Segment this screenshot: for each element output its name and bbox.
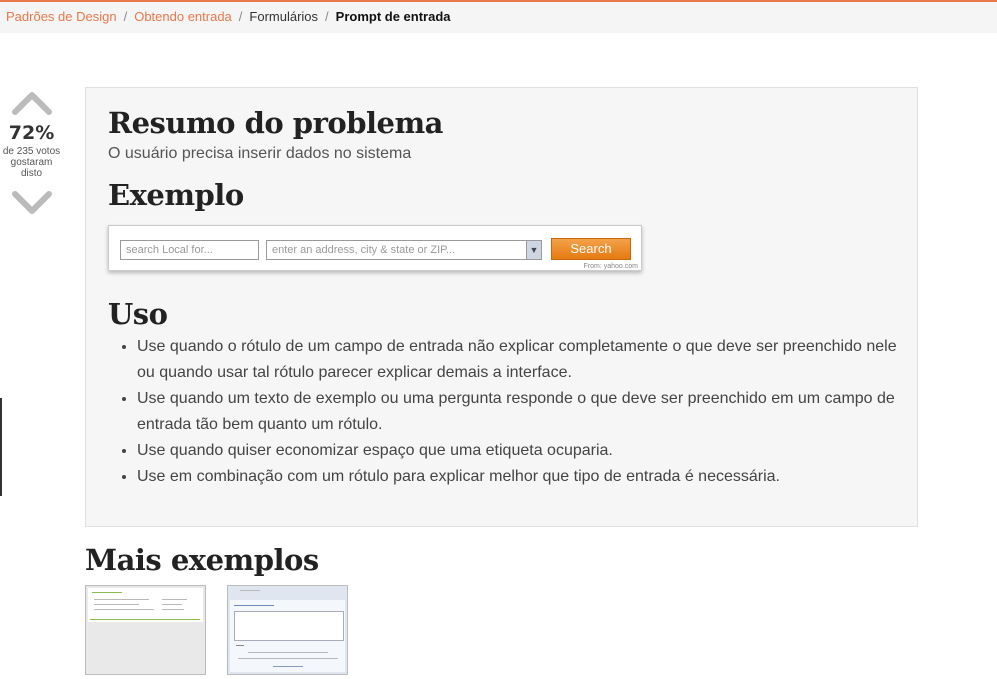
vote-count: de 235 votos gostaram disto (0, 146, 63, 179)
usage-list: Use quando o rótulo de um campo de entra… (108, 334, 917, 490)
dropdown-arrow-icon: ▼ (526, 241, 541, 259)
side-feedback-tab[interactable] (0, 398, 2, 496)
list-item: Use quando um texto de exemplo ou uma pe… (137, 386, 917, 438)
example-search-button: Search (551, 238, 631, 260)
list-item: Use quando quiser economizar espaço que … (137, 438, 917, 464)
breadcrumb-separator: / (325, 9, 329, 24)
example-search-field: search Local for... (120, 240, 259, 260)
example-address-field: enter an address, city & state or ZIP...… (266, 240, 542, 260)
vote-percent: 72% (8, 122, 55, 144)
example-thumbnail[interactable] (85, 585, 206, 675)
breadcrumb: Padrões de Design / Obtendo entrada / Formul… (6, 9, 451, 24)
pattern-panel: Resumo do problema O usuário precisa ins… (85, 87, 918, 527)
summary-heading: Resumo do problema (108, 106, 443, 140)
example-source: From: yahoo.com (583, 263, 638, 270)
breadcrumb-item-forms[interactable]: Formulários (249, 9, 318, 24)
breadcrumb-link-getting-input[interactable]: Obtendo entrada (134, 9, 232, 24)
usage-heading: Uso (108, 297, 168, 331)
more-examples-heading: Mais exemplos (85, 543, 319, 577)
chevron-up-icon[interactable] (11, 88, 53, 116)
breadcrumb-separator: / (123, 9, 128, 24)
breadcrumb-bar: Padrões de Design / Obtendo entrada / Formul… (0, 0, 997, 33)
chevron-down-icon[interactable] (11, 189, 53, 217)
breadcrumb-separator: / (238, 9, 243, 24)
summary-text: O usuário precisa inserir dados no siste… (108, 145, 412, 162)
vote-widget: 72% de 235 votos gostaram disto (0, 88, 63, 217)
vote-count-line: gostaram (10, 157, 53, 168)
list-item: Use quando o rótulo de um campo de entra… (137, 334, 917, 386)
example-image: search Local for... enter an address, ci… (108, 225, 642, 271)
breadcrumb-link-design-patterns[interactable]: Padrões de Design (6, 9, 117, 24)
list-item: Use em combinação com um rótulo para exp… (137, 464, 917, 490)
vote-count-line: disto (20, 168, 43, 179)
breadcrumb-current: Prompt de entrada (335, 9, 451, 24)
example-heading: Exemplo (108, 178, 244, 212)
vote-count-line: de 235 votos (2, 146, 61, 157)
example-address-placeholder: enter an address, city & state or ZIP... (272, 244, 456, 256)
example-thumbnail[interactable] (227, 585, 348, 675)
